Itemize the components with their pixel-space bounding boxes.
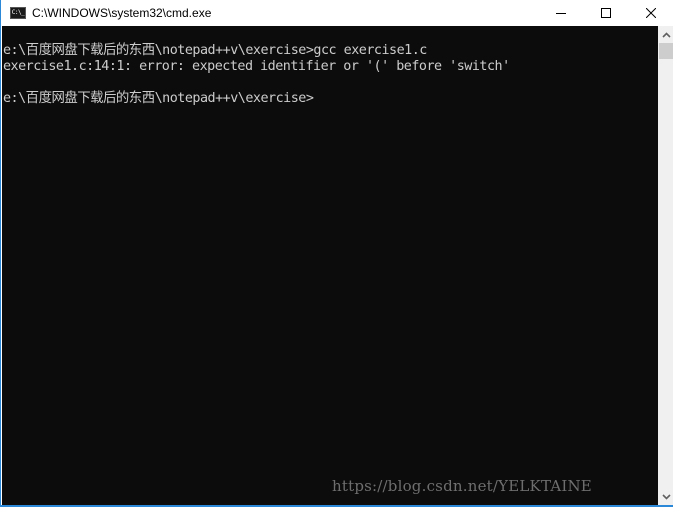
chevron-up-icon xyxy=(661,31,671,38)
scroll-down-button[interactable] xyxy=(658,488,673,505)
console-line-command: e:\百度网盘下载后的东西\notepad++v\exercise>gcc ex… xyxy=(3,43,427,58)
vertical-scrollbar[interactable] xyxy=(658,26,673,505)
maximize-button[interactable] xyxy=(583,0,628,26)
console-output[interactable]: e:\百度网盘下载后的东西\notepad++v\exercise>gcc ex… xyxy=(2,26,658,505)
window-title: C:\WINDOWS\system32\cmd.exe xyxy=(32,6,212,20)
console-icon-glyph: C:\_ xyxy=(11,9,25,16)
minimize-button[interactable] xyxy=(538,0,583,26)
scroll-thumb[interactable] xyxy=(659,43,673,59)
chevron-down-icon xyxy=(661,493,671,500)
title-bar[interactable]: C:\_ C:\WINDOWS\system32\cmd.exe xyxy=(1,0,673,26)
maximize-icon xyxy=(600,8,611,18)
console-line-error: exercise1.c:14:1: error: expected identi… xyxy=(3,59,510,74)
console-lines: e:\百度网盘下载后的东西\notepad++v\exercise>gcc ex… xyxy=(2,43,510,107)
scroll-up-button[interactable] xyxy=(658,26,673,43)
caption-buttons xyxy=(538,0,673,26)
watermark-text: https://blog.csdn.net/YELKTAINE xyxy=(332,477,592,495)
close-icon xyxy=(645,8,656,18)
console-line-prompt: e:\百度网盘下载后的东西\notepad++v\exercise> xyxy=(3,91,314,106)
close-button[interactable] xyxy=(628,0,673,26)
minimize-icon xyxy=(555,13,566,14)
console-icon[interactable]: C:\_ xyxy=(10,7,26,19)
cmd-window: C:\_ C:\WINDOWS\system32\cmd.exe e:\百度网盘… xyxy=(0,0,673,507)
